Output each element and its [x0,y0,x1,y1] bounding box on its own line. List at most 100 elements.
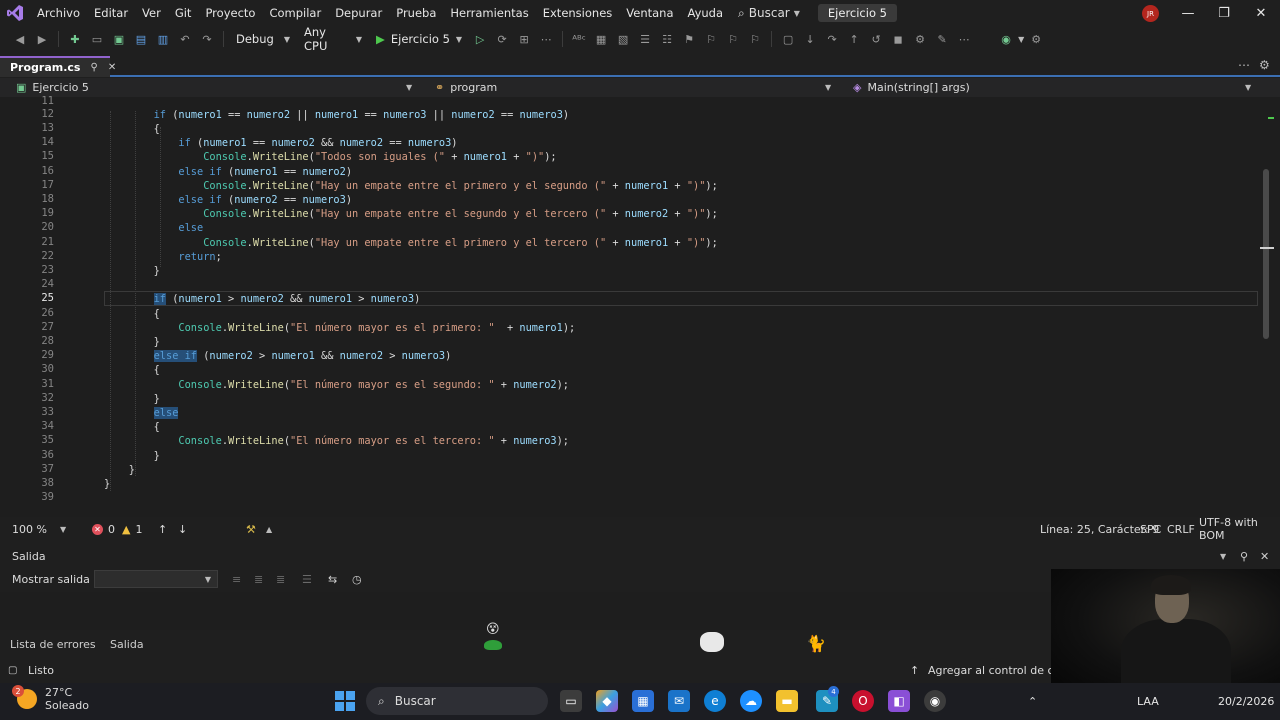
pin-icon[interactable]: ⚲ [90,62,97,73]
nav-down-button[interactable]: ↓ [178,519,187,539]
config-dropdown[interactable]: Debug ▼ [230,29,296,49]
menu-proyecto[interactable]: Proyecto [198,0,262,26]
class-dropdown[interactable]: ⚭ program ▼ [435,78,835,97]
save-icon[interactable]: ▤ [131,29,151,49]
encoding-indicator[interactable]: UTF-8 with BOM [1199,516,1280,542]
keyboard-layout[interactable]: LAA [1137,683,1159,720]
menu-editar[interactable]: Editar [87,0,135,26]
avatar[interactable]: JR [1142,5,1159,22]
broom-icon[interactable]: ⚒ [246,519,256,539]
menu-prueba[interactable]: Prueba [389,0,443,26]
bookmark-next-icon[interactable]: ⚐ [723,29,743,49]
breakpoint-icon[interactable]: ▢ [778,29,798,49]
nav-up-button[interactable]: ↑ [158,519,167,539]
github-icon[interactable]: ◉ [924,690,946,712]
menu-git[interactable]: Git [168,0,199,26]
tab-output[interactable]: Salida [110,634,144,654]
store-icon[interactable]: ▦ [632,690,654,712]
word-wrap-icon[interactable]: ⇆ [328,573,337,586]
minimize-button[interactable]: — [1170,0,1206,26]
indent-icon[interactable]: ☰ [635,29,655,49]
onedrive-icon[interactable]: ☁ [740,690,762,712]
line-ending-indicator[interactable]: CRLF [1167,519,1195,539]
stop-icon[interactable]: ◼ [888,29,908,49]
taskbar-date[interactable]: 20/2/2026 [1218,683,1274,720]
edge-icon[interactable]: e [704,690,726,712]
step-into-icon[interactable]: ↓ [800,29,820,49]
chevron-down-icon[interactable]: ▼ [1220,552,1226,561]
settings-icon[interactable]: ⚙ [1259,58,1270,72]
spell-check-icon[interactable]: ᴬᴮᶜ [569,29,589,49]
format-icon[interactable]: ▧ [613,29,633,49]
weather-widget[interactable]: 2 27°C Soleado [12,685,89,712]
restart-icon[interactable]: ↺ [866,29,886,49]
copilot-app-icon[interactable]: ◆ [596,690,618,712]
close-icon[interactable]: ✕ [1260,550,1269,563]
clock-icon[interactable]: ◷ [352,573,362,586]
whitespace-indicator[interactable]: SPC [1140,519,1161,539]
file-explorer-icon[interactable]: ▬ [776,690,798,712]
output-source-select[interactable]: ▼ [94,570,218,588]
menu-ayuda[interactable]: Ayuda [681,0,731,26]
menu-herramientas[interactable]: Herramientas [443,0,535,26]
find-message-icon[interactable]: ≡ [232,573,241,586]
next-message-icon[interactable]: ≣ [276,573,285,586]
start-without-debug-icon[interactable]: ▷ [470,29,490,49]
outlook-icon[interactable]: ✉ [668,690,690,712]
open-folder-icon[interactable]: ▣ [109,29,129,49]
diagnostics-icon[interactable]: ✎ [932,29,952,49]
comment-icon[interactable]: ▦ [591,29,611,49]
menu-depurar[interactable]: Depurar [328,0,389,26]
browse-icon[interactable]: ⊞ [514,29,534,49]
zoom-dropdown[interactable]: 100 % ▼ [12,519,66,539]
attach-icon[interactable]: ⚙ [910,29,930,49]
maximize-button[interactable]: ❐ [1206,0,1242,26]
bookmark-icon[interactable]: ⚑ [679,29,699,49]
step-out-icon[interactable]: ↑ [844,29,864,49]
member-dropdown[interactable]: ◈ Main(string[] args) ▼ [853,78,1253,97]
platform-dropdown[interactable]: Any CPU ▼ [298,25,368,53]
more-icon[interactable]: ⋯ [954,29,974,49]
pin-icon[interactable]: ⚲ [1240,550,1248,563]
step-over-icon[interactable]: ↷ [822,29,842,49]
search-menu[interactable]: ⌕ Buscar ▼ [730,6,808,21]
clear-all-icon[interactable]: ☰ [302,573,312,586]
forward-icon[interactable]: ▶ [32,29,52,49]
bookmark-clear-icon[interactable]: ⚐ [745,29,765,49]
warning-count[interactable]: ▲ 1 [122,519,142,539]
windows-start-icon[interactable] [335,691,355,711]
taskbar-search[interactable]: ⌕ Buscar [366,687,548,715]
back-icon[interactable]: ◀ [10,29,30,49]
visual-studio-app-icon[interactable]: ◧ [888,690,910,712]
tab-error-list[interactable]: Lista de errores [10,634,96,654]
close-window-button[interactable]: ✕ [1243,0,1279,26]
run-button[interactable]: ▶ Ejercicio 5 ▼ [370,29,468,49]
redo-icon[interactable]: ↷ [197,29,217,49]
menu-ventana[interactable]: Ventana [619,0,680,26]
chevron-up-icon[interactable]: ▲ [266,519,272,539]
close-icon[interactable]: ✕ [108,62,116,73]
visual-studio-logo-icon[interactable] [0,0,30,26]
error-count[interactable]: ✕ 0 [92,519,115,539]
undo-icon[interactable]: ↶ [175,29,195,49]
hot-reload-icon[interactable]: ⟳ [492,29,512,49]
menu-archivo[interactable]: Archivo [30,0,87,26]
tray-overflow-icon[interactable]: ⌃ [1028,683,1037,720]
vertical-scrollbar[interactable] [1263,169,1269,339]
new-project-icon[interactable]: ✚ [65,29,85,49]
task-view-icon[interactable]: ▭ [560,690,582,712]
prev-message-icon[interactable]: ≣ [254,573,263,586]
tab-overflow-icon[interactable]: ⋯ [1238,58,1250,72]
new-file-icon[interactable]: ▭ [87,29,107,49]
settings-icon[interactable]: ⚙ [1026,29,1046,49]
outdent-icon[interactable]: ☷ [657,29,677,49]
menu-extensiones[interactable]: Extensiones [536,0,620,26]
menu-compilar[interactable]: Compilar [262,0,328,26]
copilot-icon[interactable]: ◉ [996,29,1016,49]
tab-program-cs[interactable]: Program.cs ⚲ ✕ [0,56,116,77]
code-editor[interactable]: 11 12 13 14 15 16 17 18 19 20 21 22 23 2… [0,95,1280,517]
menu-ver[interactable]: Ver [135,0,168,26]
opera-icon[interactable]: O [852,690,874,712]
bookmark-prev-icon[interactable]: ⚐ [701,29,721,49]
save-all-icon[interactable]: ▥ [153,29,173,49]
